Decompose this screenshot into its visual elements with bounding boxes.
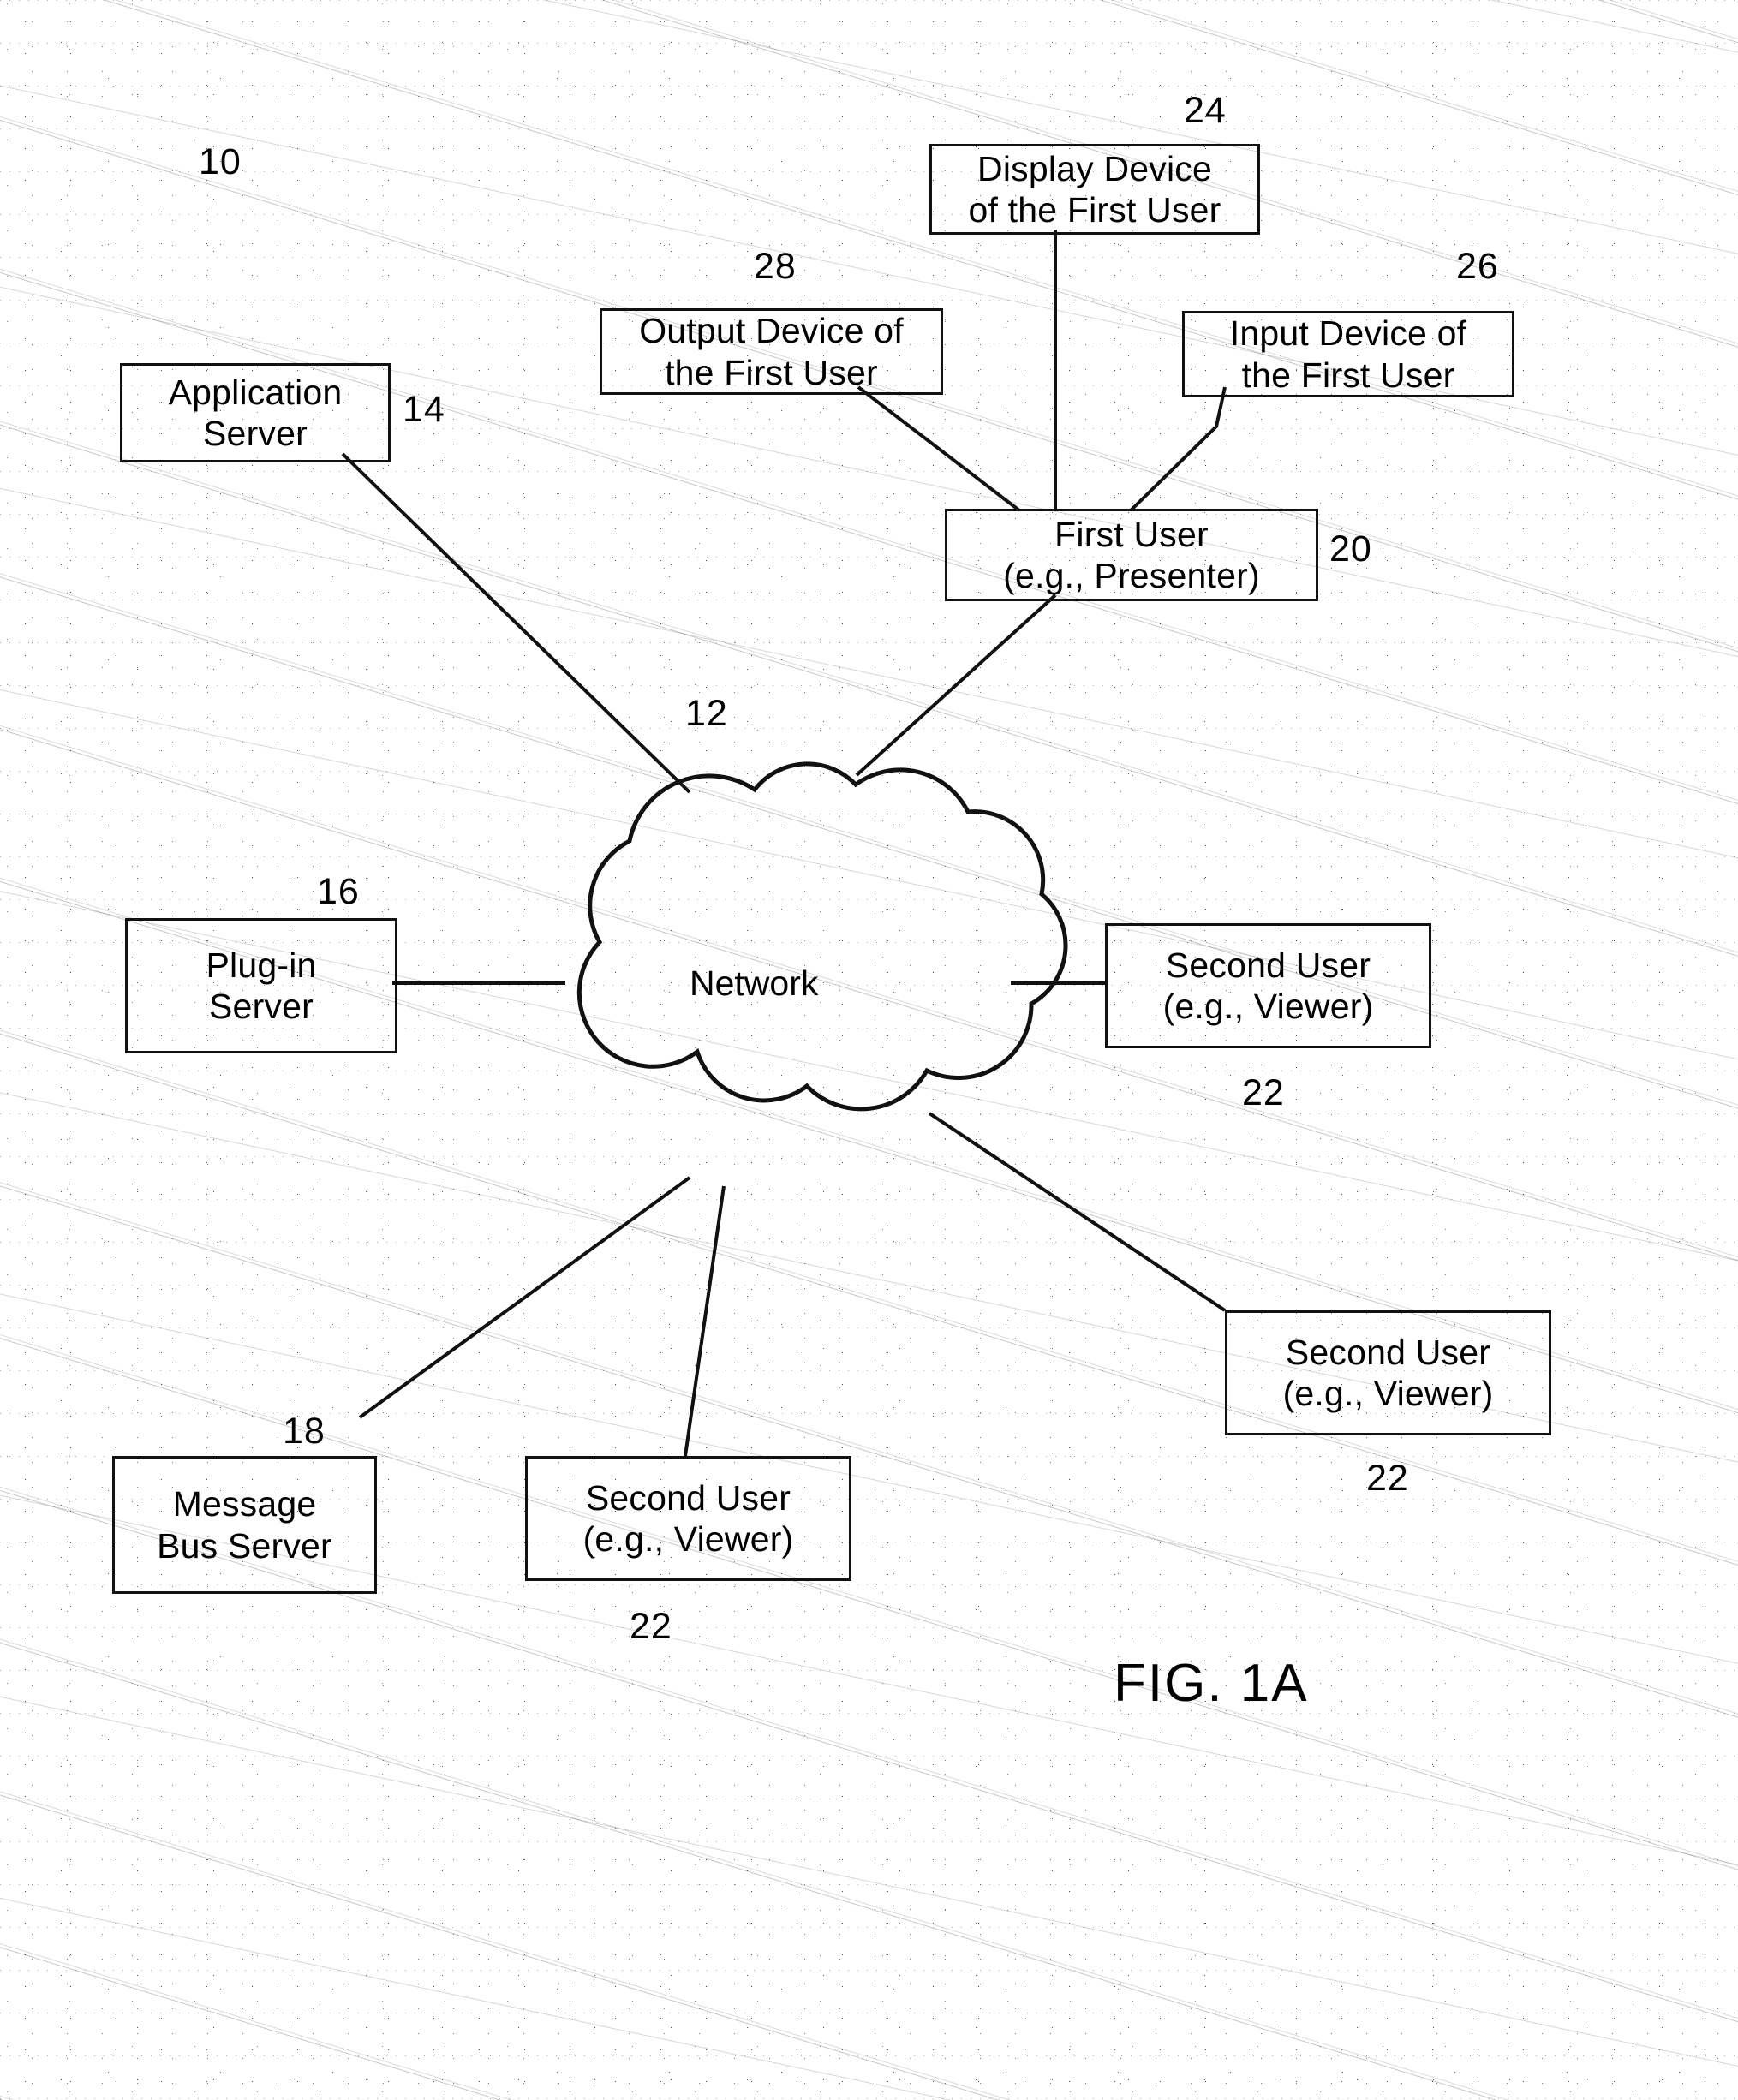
node-input-device[interactable]: Input Device of the First User	[1182, 311, 1514, 397]
node-label-line2: (e.g., Viewer)	[1162, 987, 1374, 1026]
node-message-bus-server[interactable]: Message Bus Server	[112, 1456, 377, 1594]
ref-number-16: 16	[317, 871, 360, 912]
node-label-line1: Second User	[585, 1477, 791, 1518]
ref-number-18: 18	[283, 1411, 326, 1452]
node-label-line2: of the First User	[968, 190, 1221, 230]
node-application-server[interactable]: Application Server	[120, 363, 391, 462]
ref-number-22-right: 22	[1242, 1072, 1285, 1113]
node-label-line1: Second User	[1165, 945, 1371, 985]
node-label-line1: Output Device of	[639, 311, 904, 351]
node-label-line2: the First User	[665, 352, 878, 392]
node-label-line1: Application	[168, 372, 343, 412]
ref-number-28: 28	[754, 246, 797, 287]
node-display-device[interactable]: Display Device of the First User	[929, 144, 1260, 235]
ref-number-20: 20	[1329, 528, 1372, 570]
node-label-line2: the First User	[1241, 355, 1455, 395]
node-label-line2: (e.g., Viewer)	[1282, 1374, 1494, 1413]
patent-figure-page: Display Device of the First User 24 Outp…	[0, 0, 1738, 2100]
ref-number-22-lower-right: 22	[1366, 1458, 1409, 1499]
node-output-device[interactable]: Output Device of the First User	[600, 308, 943, 395]
node-label-line1: Second User	[1285, 1332, 1491, 1372]
node-label-line2: Bus Server	[157, 1525, 332, 1566]
ref-number-10: 10	[199, 141, 242, 182]
node-label-line2: (e.g., Viewer)	[582, 1519, 794, 1559]
node-second-user-lower-right[interactable]: Second User (e.g., Viewer)	[1225, 1310, 1551, 1435]
node-second-user-right[interactable]: Second User (e.g., Viewer)	[1105, 923, 1431, 1048]
node-second-user-bottom[interactable]: Second User (e.g., Viewer)	[525, 1456, 851, 1581]
node-label-line1: Input Device of	[1229, 313, 1467, 354]
figure-caption: FIG. 1A	[1114, 1654, 1309, 1713]
ref-number-22-bottom: 22	[630, 1606, 672, 1647]
ref-number-14: 14	[403, 389, 445, 430]
ref-number-26: 26	[1456, 246, 1499, 287]
node-label-line1: Message	[172, 1484, 317, 1524]
node-first-user[interactable]: First User (e.g., Presenter)	[945, 509, 1318, 601]
node-label-line1: Display Device	[977, 148, 1212, 188]
node-label-line2: (e.g., Presenter)	[1003, 556, 1260, 595]
node-label-line2: Server	[209, 987, 314, 1026]
node-plugin-server[interactable]: Plug-in Server	[125, 918, 397, 1053]
ref-number-12: 12	[685, 693, 728, 734]
network-label: Network	[690, 963, 819, 1003]
ref-number-24: 24	[1184, 90, 1227, 131]
node-label-line2: Server	[203, 414, 308, 453]
node-label-line1: Plug-in	[206, 945, 317, 985]
node-label-line1: First User	[1054, 514, 1209, 554]
